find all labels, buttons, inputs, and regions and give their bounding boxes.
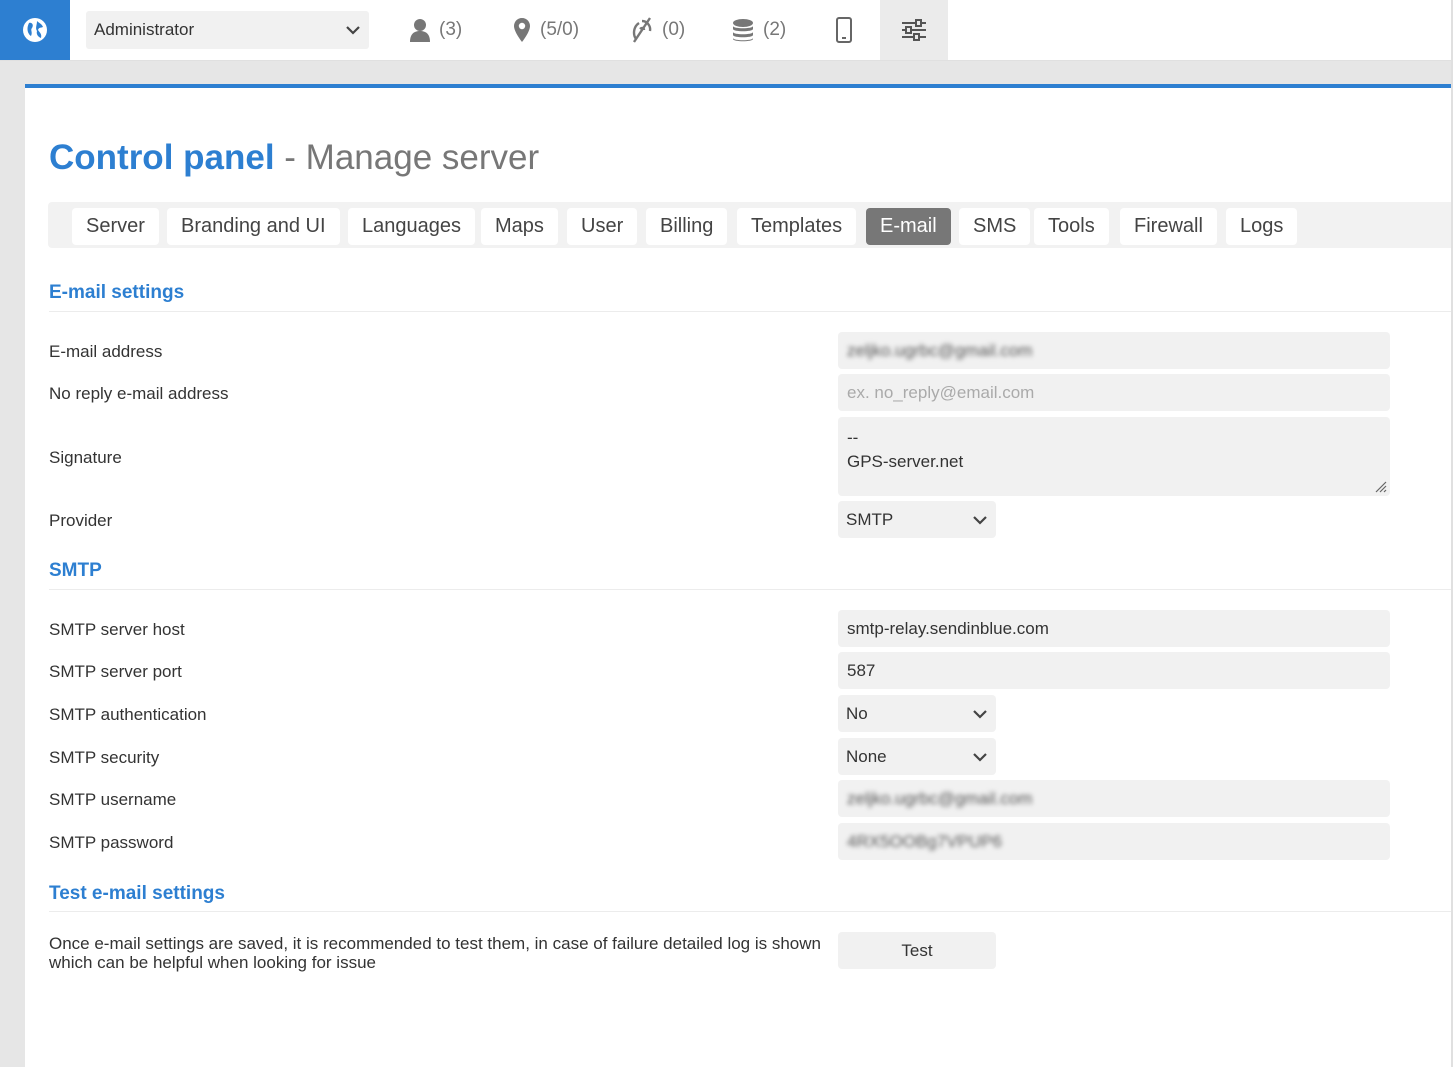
test-email-header: Test e-mail settings [49,883,225,904]
tab-email[interactable]: E-mail [866,208,951,245]
signature-line-2: GPS-server.net [847,452,964,471]
divider [49,911,1453,912]
control-panel: Control panel - Manage server Server Bra… [25,84,1453,1067]
smtp-port-field[interactable]: 587 [838,652,1390,689]
users-button[interactable]: (3) [409,0,462,60]
smtp-username-value: zeljko.ugrbc@gmail.com [847,789,1033,808]
tab-logs[interactable]: Logs [1226,208,1298,245]
tab-sms[interactable]: SMS [959,208,1031,245]
signature-line-1: -- [847,428,859,447]
smtp-password-field[interactable]: 4RX5OOBg7VPUP6 [838,823,1390,860]
billing-count: (2) [763,19,787,40]
page-title-main: Control panel [49,138,275,177]
sliders-icon [902,19,926,41]
smtp-host-label: SMTP server host [49,620,185,639]
mobile-button[interactable] [835,0,861,60]
top-bar: Administrator (3) (5/0) (0) (2) [0,0,1453,61]
smtp-auth-value: No [846,704,868,723]
divider [49,589,1453,590]
smtp-password-label: SMTP password [49,833,174,852]
no-reply-label: No reply e-mail address [49,384,229,403]
globe-icon [23,18,47,42]
email-address-value: zeljko.ugrbc@gmail.com [847,341,1033,360]
smtp-auth-select[interactable]: No [838,695,996,732]
page-title-sub: - Manage server [284,138,540,177]
tab-tools[interactable]: Tools [1034,208,1109,245]
smtp-port-label: SMTP server port [49,662,182,681]
home-button[interactable] [0,0,70,60]
smtp-host-field[interactable]: smtp-relay.sendinblue.com [838,610,1390,647]
events-button[interactable]: (0) [630,0,685,60]
tab-languages[interactable]: Languages [348,208,475,245]
objects-button[interactable]: (5/0) [512,0,579,60]
tab-firewall[interactable]: Firewall [1120,208,1217,245]
no-reply-field[interactable]: ex. no_reply@email.com [838,374,1390,411]
tab-maps[interactable]: Maps [481,208,558,245]
coins-icon [733,19,753,42]
signature-textarea[interactable]: -- GPS-server.net [838,417,1390,496]
tab-user[interactable]: User [567,208,638,245]
no-signal-icon [632,17,652,43]
smtp-header: SMTP [49,560,102,581]
resize-handle-icon[interactable] [1373,479,1387,493]
divider [49,311,1453,312]
smtp-security-value: None [846,747,887,766]
chevron-down-icon [973,710,987,719]
provider-label: Provider [49,511,113,530]
page-title: Control panel - Manage server [49,138,539,178]
smtp-security-select[interactable]: None [838,738,996,775]
chevron-down-icon [346,26,360,35]
map-pin-icon [514,18,530,42]
tab-billing[interactable]: Billing [646,208,728,245]
chevron-down-icon [973,516,987,525]
user-selector[interactable]: Administrator [86,11,369,49]
users-count: (3) [439,19,463,40]
smtp-security-label: SMTP security [49,748,160,767]
email-settings-header: E-mail settings [49,282,185,303]
chevron-down-icon [973,753,987,762]
smtp-password-value: 4RX5OOBg7VPUP6 [847,832,1002,851]
provider-select[interactable]: SMTP [838,501,996,538]
tab-server[interactable]: Server [72,208,159,245]
events-count: (0) [662,19,686,40]
smtp-username-field[interactable]: zeljko.ugrbc@gmail.com [838,780,1390,817]
test-button[interactable]: Test [838,932,996,969]
email-address-field[interactable]: zeljko.ugrbc@gmail.com [838,332,1390,369]
control-panel-button[interactable] [880,0,948,60]
smtp-auth-label: SMTP authentication [49,705,207,724]
signature-label: Signature [49,448,122,467]
objects-count: (5/0) [540,19,580,40]
test-help-text: Once e-mail settings are saved, it is re… [49,934,821,972]
user-selector-value: Administrator [94,20,195,39]
tab-branding-and-ui[interactable]: Branding and UI [167,208,340,245]
billing-button[interactable]: (2) [731,0,786,60]
phone-icon [836,17,852,43]
user-icon [410,19,430,42]
provider-value: SMTP [846,510,894,529]
tab-templates[interactable]: Templates [737,208,857,245]
tab-bar: Server Branding and UI Languages Maps Us… [48,202,1453,248]
smtp-username-label: SMTP username [49,790,177,809]
email-address-label: E-mail address [49,342,163,361]
